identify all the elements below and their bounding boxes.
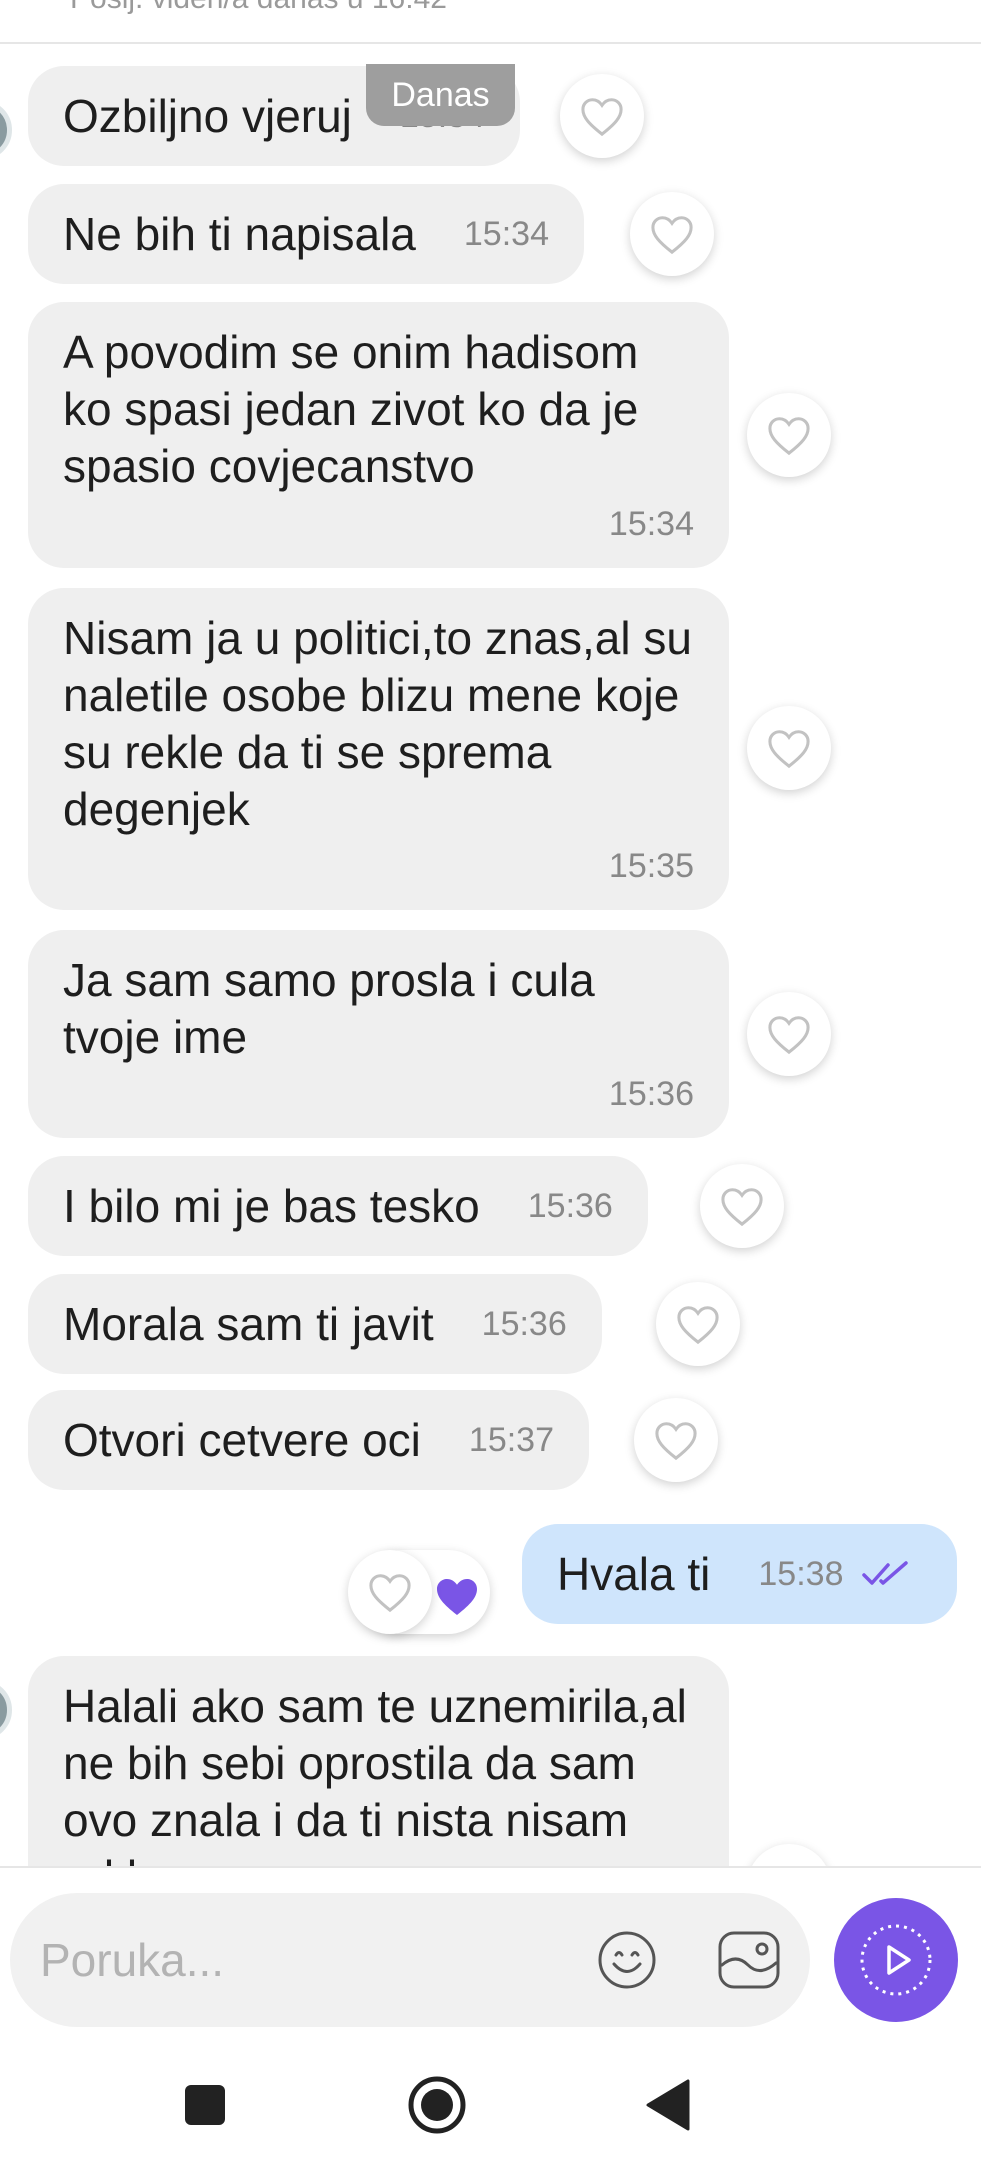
- message-bubble[interactable]: Otvori cetvere oci 15:37: [28, 1390, 589, 1490]
- like-button[interactable]: [747, 393, 831, 477]
- like-button[interactable]: [348, 1550, 432, 1634]
- last-seen-status: Poslj. viđen/a danas u 16:42: [70, 0, 447, 16]
- message-text: Otvori cetvere oci: [63, 1413, 421, 1466]
- heart-outline-icon: [721, 1188, 763, 1227]
- avatar[interactable]: [0, 100, 12, 160]
- message-bubble[interactable]: Nisam ja u politici,to znas,al su naleti…: [28, 588, 729, 910]
- send-button[interactable]: [834, 1898, 958, 2022]
- system-nav-bar: [0, 2046, 981, 2163]
- message-text: Ozbiljno vjeruj: [63, 89, 352, 142]
- like-button[interactable]: [656, 1282, 740, 1366]
- heart-outline-icon: [655, 1422, 697, 1461]
- home-button[interactable]: [402, 2070, 472, 2140]
- message-list[interactable]: Danas Ozbiljno vjeruj 15:34 Ne bih ti na…: [0, 44, 981, 1866]
- message-time: 15:36: [481, 1304, 567, 1343]
- play-icon: [860, 1924, 932, 1996]
- heart-outline-icon: [768, 417, 810, 456]
- emoji-icon[interactable]: [596, 1929, 658, 1991]
- message-text: Hvala ti: [557, 1547, 711, 1600]
- gallery-icon[interactable]: [716, 1929, 782, 1991]
- message-bubble[interactable]: Halali ako sam te uznemirila,al ne bih s…: [28, 1656, 729, 1866]
- message-time: 15:38: [758, 1554, 844, 1593]
- message-bubble[interactable]: Ne bih ti napisala 15:34: [28, 184, 584, 284]
- message-text: I bilo mi je bas tesko: [63, 1179, 480, 1232]
- recents-button[interactable]: [170, 2070, 240, 2140]
- message-time: 15:35: [608, 847, 694, 885]
- message-bubble[interactable]: Ja sam samo prosla i cula tvoje ime 15:3…: [28, 930, 729, 1138]
- chat-header: Poslj. viđen/a danas u 16:42: [0, 0, 981, 44]
- square-icon: [185, 2085, 225, 2125]
- like-button[interactable]: [747, 992, 831, 1076]
- message-bubble[interactable]: A povodim se onim hadisom ko spasi jedan…: [28, 302, 729, 568]
- message-bubble[interactable]: Morala sam ti javit 15:36: [28, 1274, 602, 1374]
- heart-filled-icon: [437, 1579, 477, 1615]
- message-time: 15:37: [468, 1420, 554, 1459]
- message-time: 15:36: [527, 1186, 613, 1225]
- like-button[interactable]: [747, 706, 831, 790]
- message-text: A povodim se onim hadisom ko spasi jedan…: [63, 326, 639, 492]
- message-time: 15:36: [608, 1075, 694, 1113]
- like-button[interactable]: [634, 1398, 718, 1482]
- message-text: Nisam ja u politici,to znas,al su naleti…: [63, 612, 692, 835]
- heart-outline-icon: [581, 98, 623, 137]
- message-bubble-outgoing[interactable]: Hvala ti 15:38: [522, 1524, 957, 1624]
- heart-outline-icon: [677, 1306, 719, 1345]
- double-check-icon: [862, 1561, 909, 1585]
- circle-icon: [408, 2076, 466, 2134]
- message-time: 15:34: [463, 214, 549, 253]
- like-button[interactable]: [630, 192, 714, 276]
- avatar[interactable]: [0, 1680, 12, 1740]
- heart-outline-icon: [768, 1016, 810, 1055]
- like-button[interactable]: [700, 1164, 784, 1248]
- message-composer: [0, 1866, 981, 2046]
- date-divider: Danas: [366, 64, 515, 126]
- heart-outline-icon: [651, 216, 693, 255]
- message-input[interactable]: [40, 1893, 560, 2027]
- message-text: Ja sam samo prosla i cula tvoje ime: [63, 954, 595, 1063]
- back-button[interactable]: [632, 2070, 702, 2140]
- message-text: Ne bih ti napisala: [63, 207, 416, 260]
- message-text: Morala sam ti javit: [63, 1297, 434, 1350]
- message-text: Halali ako sam te uznemirila,al ne bih s…: [63, 1680, 687, 1866]
- heart-outline-icon: [369, 1574, 411, 1613]
- message-time: 15:34: [608, 505, 694, 543]
- triangle-back-icon: [646, 2079, 690, 2131]
- like-button[interactable]: [560, 74, 644, 158]
- like-button[interactable]: [747, 1844, 831, 1866]
- message-input-container[interactable]: [10, 1893, 810, 2027]
- message-bubble[interactable]: I bilo mi je bas tesko 15:36: [28, 1156, 648, 1256]
- heart-outline-icon: [768, 730, 810, 769]
